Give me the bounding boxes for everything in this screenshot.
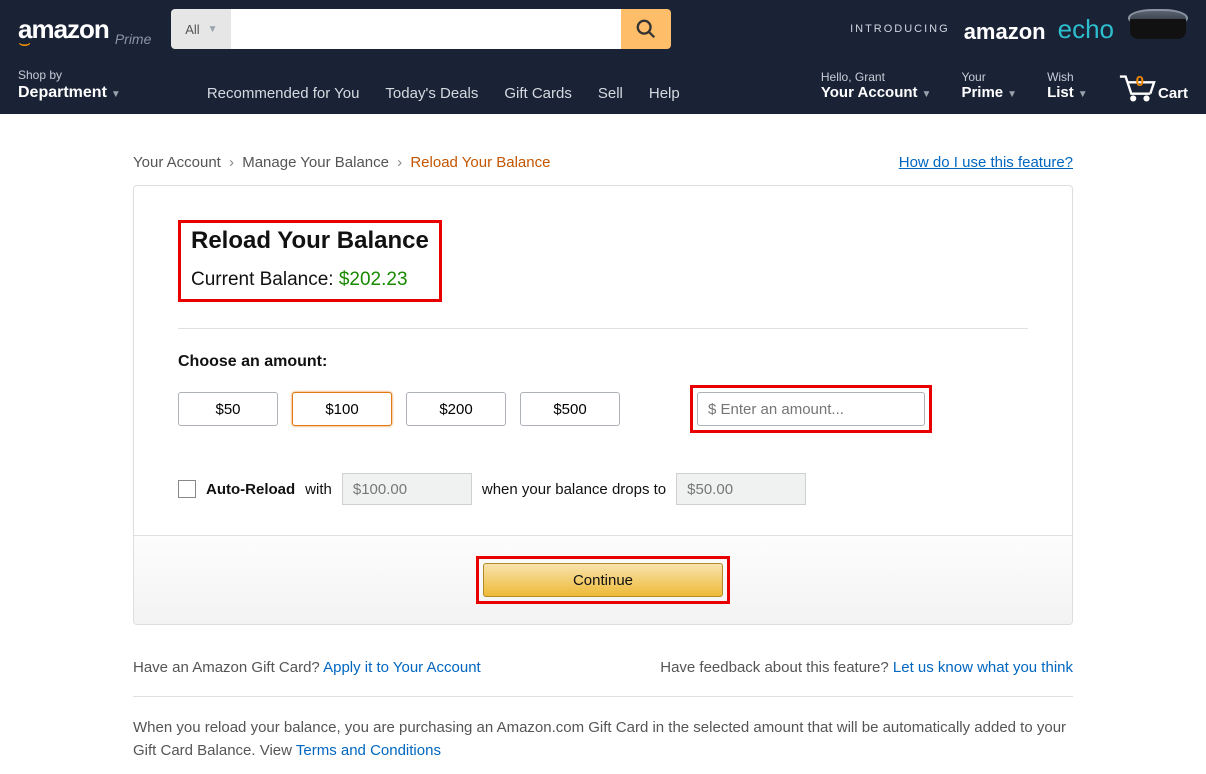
highlight-custom-amount — [690, 385, 932, 433]
crumb-manage-balance[interactable]: Manage Your Balance — [242, 154, 389, 171]
chevron-down-icon: ▼ — [1007, 89, 1017, 100]
nav-links: Recommended for You Today's Deals Gift C… — [207, 85, 680, 102]
cart-button[interactable]: 0 Cart — [1118, 72, 1188, 102]
echo-device-image — [1128, 9, 1188, 49]
nav-gift-cards[interactable]: Gift Cards — [504, 85, 572, 102]
reload-balance-card: Reload Your Balance Current Balance: $20… — [133, 185, 1073, 625]
shop-by-department[interactable]: Shop by Department▼ — [18, 68, 121, 102]
continue-button[interactable]: Continue — [483, 563, 723, 597]
legal-text: When you reload your balance, you are pu… — [133, 696, 1073, 762]
crumb-your-account[interactable]: Your Account — [133, 154, 221, 171]
chevron-down-icon: ▼ — [922, 89, 932, 100]
chevron-down-icon: ▼ — [1078, 89, 1088, 100]
your-account-menu[interactable]: Hello, Grant Your Account▼ — [821, 70, 932, 102]
page-title: Reload Your Balance — [191, 227, 429, 255]
auto-reload-label: Auto-Reload — [206, 481, 295, 498]
crumb-reload-balance: Reload Your Balance — [410, 154, 550, 171]
highlight-continue: Continue — [476, 556, 730, 604]
search-icon — [635, 18, 657, 40]
search-input[interactable] — [231, 9, 621, 49]
echo-promo[interactable]: INTRODUCING amazon echo — [850, 9, 1188, 49]
auto-reload-threshold-input[interactable] — [676, 473, 806, 505]
highlight-balance: Reload Your Balance Current Balance: $20… — [178, 220, 442, 302]
search-category-dropdown[interactable]: All ▼ — [171, 9, 231, 49]
nav-sell[interactable]: Sell — [598, 85, 623, 102]
balance-value: $202.23 — [339, 269, 408, 290]
amount-100-button[interactable]: $100 — [292, 392, 392, 426]
terms-link[interactable]: Terms and Conditions — [296, 742, 441, 759]
feedback-link[interactable]: Let us know what you think — [893, 659, 1073, 676]
nav-todays-deals[interactable]: Today's Deals — [385, 85, 478, 102]
amount-50-button[interactable]: $50 — [178, 392, 278, 426]
search-bar: All ▼ — [171, 9, 671, 49]
nav-help[interactable]: Help — [649, 85, 680, 102]
auto-reload-checkbox[interactable] — [178, 480, 196, 498]
auto-reload-amount-input[interactable] — [342, 473, 472, 505]
choose-amount-label: Choose an amount: — [178, 353, 1028, 371]
search-button[interactable] — [621, 9, 671, 49]
amount-200-button[interactable]: $200 — [406, 392, 506, 426]
amount-500-button[interactable]: $500 — [520, 392, 620, 426]
custom-amount-input[interactable] — [697, 392, 925, 426]
amazon-logo[interactable]: amazon ⌣ Prime — [18, 14, 151, 45]
your-prime-menu[interactable]: Your Prime▼ — [961, 70, 1017, 102]
how-to-use-link[interactable]: How do I use this feature? — [899, 154, 1073, 171]
site-header: amazon ⌣ Prime All ▼ INTRODUCING amazon … — [0, 0, 1206, 114]
chevron-down-icon: ▼ — [111, 89, 121, 100]
apply-gift-card-link[interactable]: Apply it to Your Account — [323, 659, 481, 676]
wish-list-menu[interactable]: Wish List▼ — [1047, 70, 1088, 102]
cart-count: 0 — [1136, 73, 1144, 90]
prime-badge: Prime — [115, 31, 152, 47]
nav-recommended[interactable]: Recommended for You — [207, 85, 360, 102]
balance-label: Current Balance: — [191, 269, 339, 290]
main-content: Your Account › Manage Your Balance › Rel… — [133, 154, 1073, 762]
breadcrumb: Your Account › Manage Your Balance › Rel… — [133, 154, 1073, 171]
chevron-down-icon: ▼ — [208, 24, 218, 35]
